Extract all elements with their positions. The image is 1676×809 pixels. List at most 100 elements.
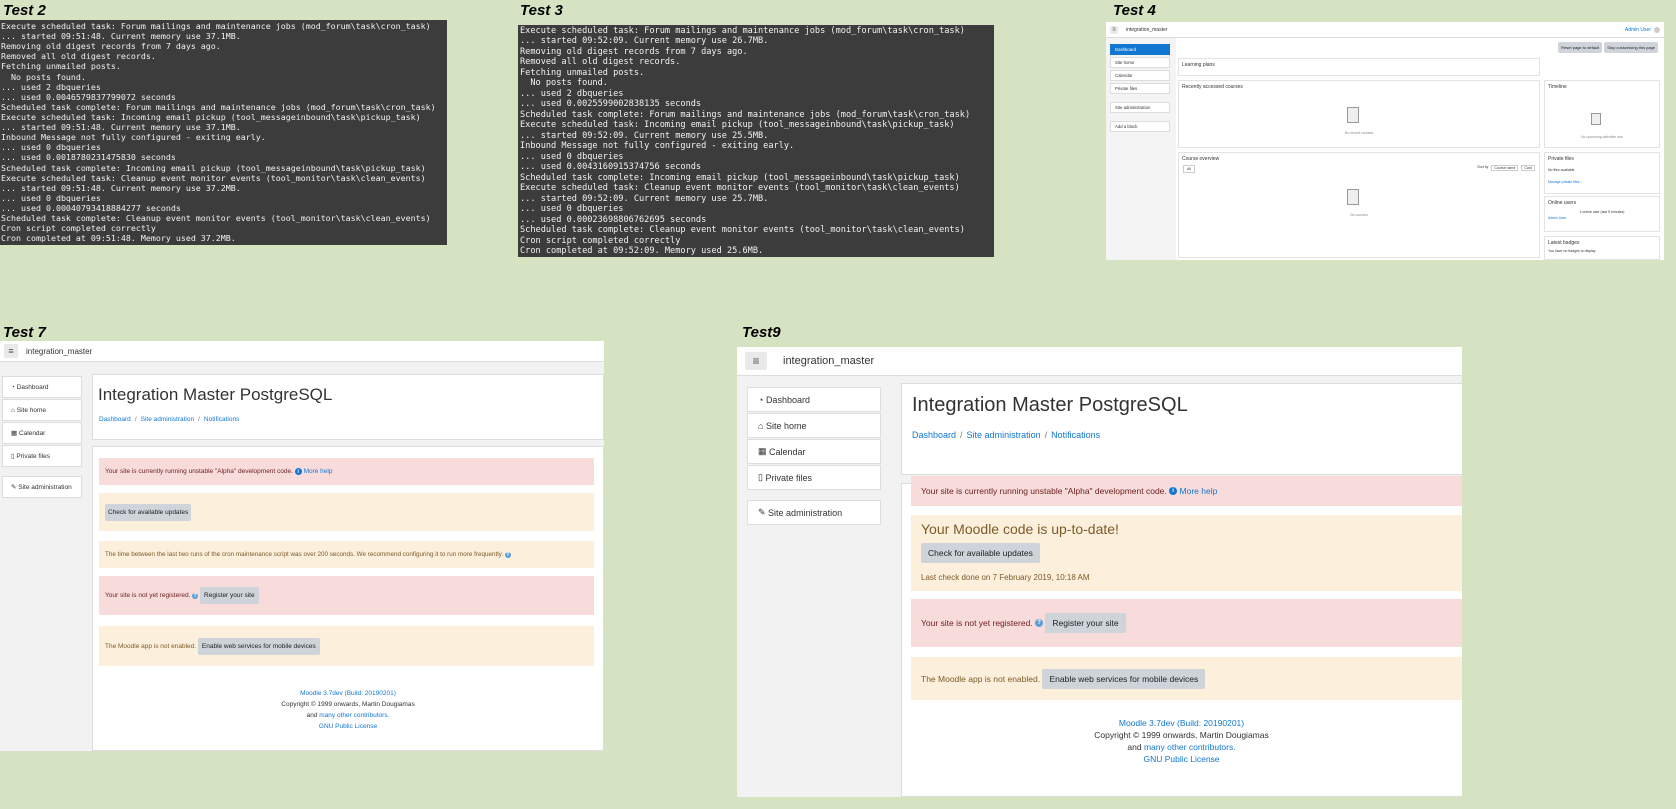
question-icon[interactable]: ? [192, 592, 199, 599]
nav-site-admin[interactable]: ✎ Site administration [747, 500, 881, 525]
license-link[interactable]: GNU Public License [901, 753, 1462, 765]
terminal-line: Execution took 1.742196 seconds [1, 243, 446, 245]
nav-private-files[interactable]: ▯ Private files [2, 445, 82, 467]
terminal-line: Removed all old digest records. [520, 57, 681, 68]
breadcrumb: Dashboard / Site administration / Notificati… [912, 430, 1101, 440]
contributors-link[interactable]: many other contributors. [319, 712, 389, 719]
reset-page-button[interactable]: Reset page to default [1558, 42, 1603, 53]
terminal-line: Fetching unmailed posts. [1, 61, 121, 72]
test7-label: Test 7 [3, 324, 46, 341]
test7-nav: ◔ Dashboard ⌂ Site home ▦ Calendar ▯ Pri… [2, 376, 82, 498]
register-site-button[interactable]: Register your site [200, 587, 259, 604]
calendar-icon: ▦ [11, 430, 19, 437]
cron-warning: The time between the last two runs of th… [99, 541, 594, 568]
terminal-line: ... used 2 dbqueries [520, 88, 624, 99]
site-name[interactable]: integration_master [1126, 27, 1167, 33]
check-updates-button[interactable]: Check for available updates [921, 543, 1040, 563]
more-help-link[interactable]: More help [1180, 486, 1218, 496]
view-dropdown[interactable]: Card [1521, 165, 1535, 171]
avatar[interactable] [1654, 26, 1660, 33]
timeline-block: Timeline No upcoming activities due [1544, 80, 1660, 148]
empty-timeline-icon [1591, 113, 1601, 125]
menu-icon[interactable]: ≡ [745, 352, 767, 370]
nav-dashboard[interactable]: ◔ Dashboard [2, 376, 82, 398]
site-name[interactable]: integration_master [26, 347, 92, 356]
mobile-app-warning: The Moodle app is not enabled. Enable we… [911, 657, 1462, 700]
empty-courses-icon [1347, 189, 1359, 205]
info-icon: i [1169, 487, 1178, 495]
menu-icon[interactable]: ≡ [1110, 25, 1118, 34]
crumb-site-admin[interactable]: Site administration [141, 416, 194, 423]
info-icon: i [294, 468, 302, 475]
sort-dropdown[interactable]: Course name [1491, 165, 1519, 171]
terminal-line: Removing old digest records from 7 days … [520, 46, 748, 57]
terminal-line: Removing old digest records from 7 days … [1, 41, 221, 52]
crumb-notifications[interactable]: Notifications [1051, 430, 1100, 440]
contributors-link[interactable]: many other contributors. [1144, 742, 1236, 752]
crumb-site-admin[interactable]: Site administration [967, 430, 1041, 440]
nav-private-files[interactable]: ▯ Private files [747, 465, 881, 490]
site-name[interactable]: integration_master [783, 355, 874, 367]
terminal-line: Removed all old digest records. [1, 51, 156, 62]
terminal-line: ... used 0.0046579837799072 seconds [1, 91, 176, 102]
uptodate-heading: Your Moodle code is up-to-date! [921, 521, 1119, 537]
footer: Moodle 3.7dev (Build: 20190201) Copyrigh… [92, 688, 604, 732]
enable-mobile-button[interactable]: Enable web services for mobile devices [1042, 668, 1206, 689]
nav-site-admin[interactable]: ✎ Site administration [2, 476, 82, 498]
license-link[interactable]: GNU Public License [92, 721, 604, 732]
version-link[interactable]: Moodle 3.7dev (Build: 20190201) [92, 688, 604, 699]
nav-calendar[interactable]: Calendar [1110, 70, 1170, 81]
version-link[interactable]: Moodle 3.7dev (Build: 20190201) [901, 717, 1462, 729]
nav-dashboard[interactable]: ◔ Dashboard [747, 387, 881, 412]
terminal-line: Scheduled task complete: Incoming email … [520, 172, 960, 183]
stop-customising-button[interactable]: Stop customising this page [1604, 42, 1658, 53]
terminal-line: ... started 09:52:09. Current memory use… [520, 130, 769, 141]
test7-notifications: ≡ integration_master ◔ Dashboard ⌂ Site … [0, 341, 604, 751]
breadcrumb: Dashboard / Site administration / Notificati… [99, 416, 240, 423]
test3-terminal[interactable]: Execute scheduled task: Forum mailings a… [518, 25, 994, 257]
test2-terminal[interactable]: Execute scheduled task: Forum mailings a… [0, 20, 447, 245]
terminal-line: Execute scheduled task: Forum mailings a… [1, 21, 431, 31]
menu-icon[interactable]: ≡ [4, 344, 18, 358]
nav-site-admin[interactable]: Site administration [1110, 102, 1170, 113]
terminal-line: ... used 0 dbqueries [1, 142, 101, 153]
online-user-link[interactable]: Admin User [1548, 216, 1656, 220]
enable-mobile-button[interactable]: Enable web services for mobile devices [197, 637, 320, 655]
test4-label: Test 4 [1113, 2, 1156, 19]
terminal-line: Execute scheduled task: Forum mailings a… [520, 26, 965, 36]
nav-site-home[interactable]: ⌂ Site home [2, 399, 82, 421]
nav-calendar[interactable]: ▦ Calendar [2, 422, 82, 444]
test9-nav: ◔ Dashboard ⌂ Site home ▦ Calendar ▯ Pri… [747, 387, 881, 525]
test4-nav: Dashboard Site home Calendar Private fil… [1110, 44, 1170, 132]
recent-courses-block: Recently accessed courses No recent cour… [1178, 80, 1540, 148]
terminal-line: ... used 0.0018780231475830 seconds [1, 152, 176, 163]
question-icon[interactable]: ? [1035, 619, 1044, 627]
more-help-link[interactable]: More help [304, 468, 333, 475]
terminal-line: ... used 0 dbqueries [520, 151, 624, 162]
user-menu[interactable]: Admin User [1625, 27, 1651, 33]
learning-plans-block: Learning plans [1178, 58, 1540, 76]
nav-dashboard[interactable]: Dashboard [1110, 44, 1170, 55]
check-updates-button[interactable]: Check for available updates [105, 503, 192, 521]
terminal-line: Inbound Message not fully configured - e… [520, 141, 795, 152]
nav-private-files[interactable]: Private files [1110, 83, 1170, 94]
terminal-line: ... used 0.0043160915374756 seconds [520, 162, 702, 173]
nav-site-home[interactable]: Site home [1110, 57, 1170, 68]
page-buttons: Reset page to default Stop customising t… [1558, 42, 1658, 53]
nav-site-home[interactable]: ⌂ Site home [747, 413, 881, 438]
crumb-notifications[interactable]: Notifications [204, 416, 239, 423]
course-overview-block: Course overview All Sort by Course name … [1178, 152, 1540, 258]
navbar: ≡ integration_master Admin User [1106, 22, 1664, 38]
nav-calendar[interactable]: ▦ Calendar [747, 439, 881, 464]
crumb-dashboard[interactable]: Dashboard [99, 416, 131, 423]
filter-dropdown[interactable]: All [1183, 165, 1195, 173]
manage-private-files-link[interactable]: Manage private files... [1548, 180, 1656, 184]
question-icon[interactable]: ? [504, 551, 511, 558]
terminal-line: ... used 0.00023698806762695 seconds [520, 214, 707, 225]
sort-controls: Sort by Course name Card [1477, 165, 1535, 171]
register-site-button[interactable]: Register your site [1045, 613, 1126, 633]
crumb-dashboard[interactable]: Dashboard [912, 430, 956, 440]
terminal-line: Execute scheduled task: Incoming email p… [1, 111, 421, 122]
empty-course-icon [1347, 107, 1359, 123]
add-block[interactable]: Add a block [1110, 121, 1170, 132]
